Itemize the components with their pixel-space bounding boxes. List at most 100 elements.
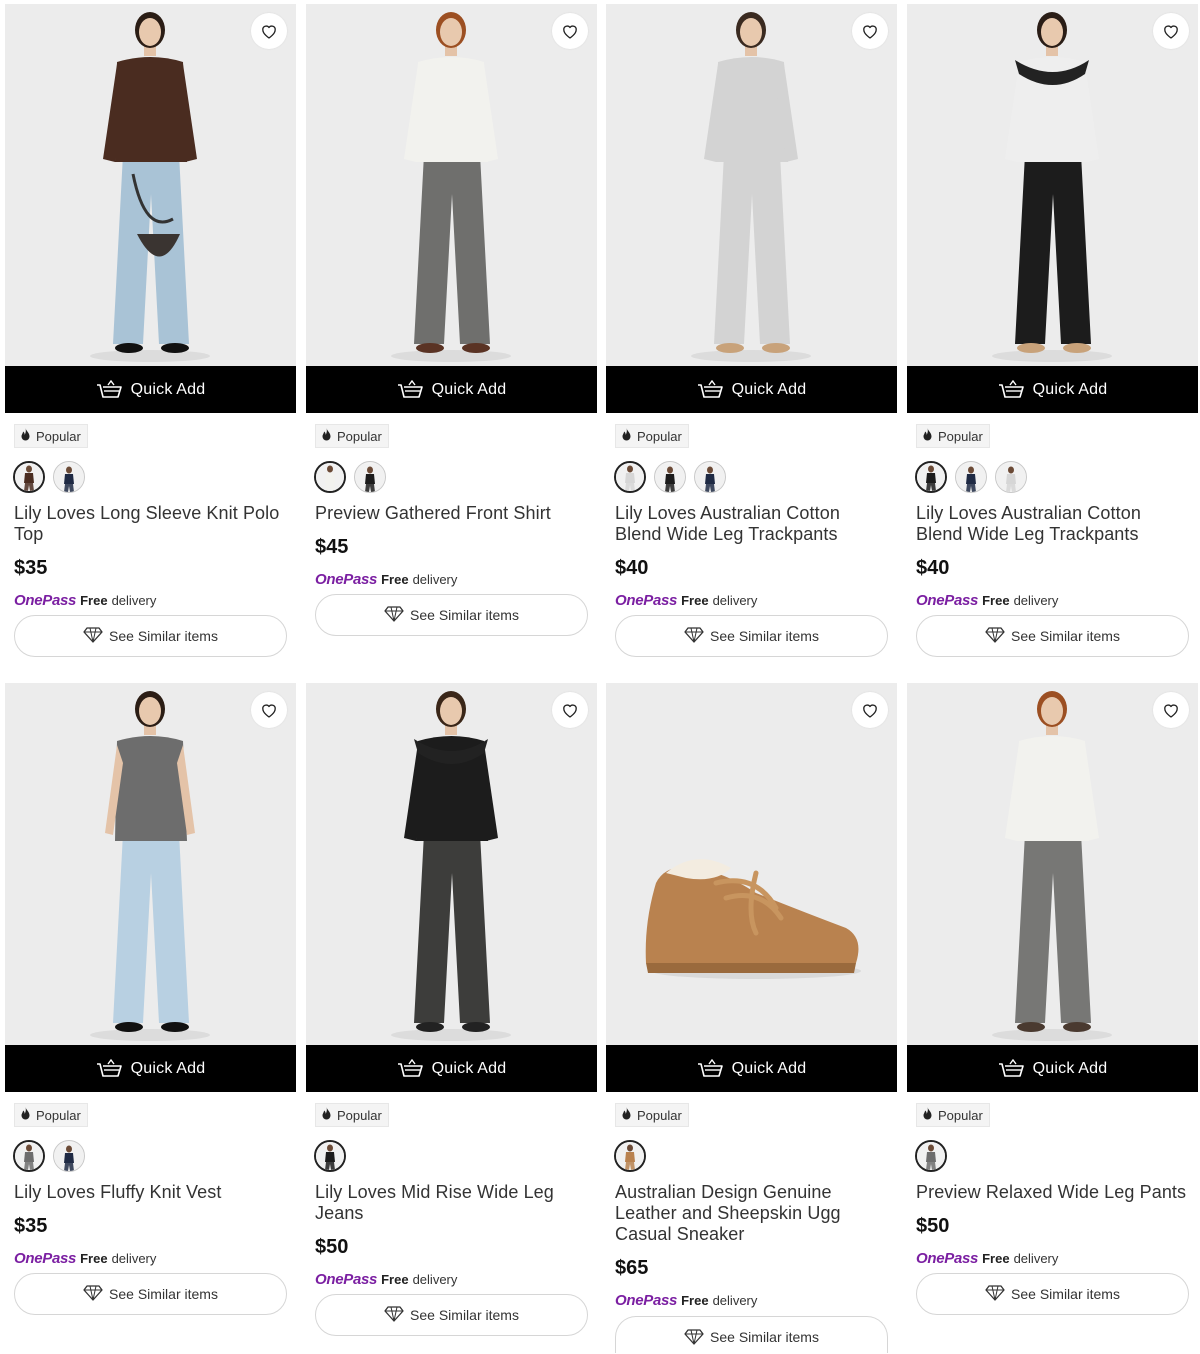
delivery-label: delivery: [712, 1293, 758, 1308]
product-grid: Quick Add Popular Lily Loves Long Sleeve…: [0, 0, 1200, 1354]
similar-items-icon: [384, 1305, 404, 1325]
color-swatches: [614, 461, 726, 493]
quick-add-label: Quick Add: [431, 1059, 507, 1077]
see-similar-button[interactable]: See Similar items: [14, 1273, 287, 1315]
see-similar-label: See Similar items: [710, 1329, 819, 1345]
color-swatch-black[interactable]: [314, 1140, 346, 1172]
wishlist-heart-icon[interactable]: [1153, 692, 1189, 728]
popular-label: Popular: [938, 1107, 983, 1123]
product-price: $35: [14, 557, 48, 579]
product-name[interactable]: Preview Relaxed Wide Leg Pants: [916, 1182, 1191, 1203]
wishlist-heart-icon[interactable]: [251, 692, 287, 728]
popular-label: Popular: [337, 428, 382, 444]
see-similar-button[interactable]: See Similar items: [14, 615, 287, 657]
flame-icon: [321, 427, 332, 445]
onepass-delivery: OnePass Free delivery: [315, 1271, 457, 1288]
quick-add-button[interactable]: Quick Add: [5, 1045, 296, 1092]
delivery-label: delivery: [111, 593, 157, 608]
product-image[interactable]: [5, 683, 296, 1045]
basket-icon: [998, 1058, 1025, 1079]
delivery-label: delivery: [1013, 593, 1059, 608]
popular-badge: Popular: [14, 424, 88, 448]
see-similar-button[interactable]: See Similar items: [315, 594, 588, 636]
color-swatch-white[interactable]: [314, 461, 346, 493]
wishlist-heart-icon[interactable]: [852, 13, 888, 49]
quick-add-label: Quick Add: [731, 380, 807, 398]
free-label: Free: [982, 593, 1010, 608]
wishlist-heart-icon[interactable]: [552, 692, 588, 728]
similar-items-icon: [83, 626, 103, 646]
onepass-delivery: OnePass Free delivery: [14, 592, 156, 609]
product-name[interactable]: Lily Loves Mid Rise Wide Leg Jeans: [315, 1182, 590, 1224]
quick-add-button[interactable]: Quick Add: [907, 1045, 1198, 1092]
color-swatches: [13, 1140, 85, 1172]
color-swatch-navy[interactable]: [53, 461, 85, 493]
popular-badge: Popular: [615, 1103, 689, 1127]
product-image[interactable]: [606, 683, 897, 1045]
color-swatches: [614, 1140, 646, 1172]
color-swatch-brown[interactable]: [13, 461, 45, 493]
see-similar-button[interactable]: See Similar items: [615, 615, 888, 657]
onepass-logo: OnePass: [916, 1250, 979, 1267]
color-swatch-grey[interactable]: [915, 1140, 947, 1172]
see-similar-button[interactable]: See Similar items: [916, 615, 1189, 657]
free-label: Free: [681, 593, 709, 608]
product-name[interactable]: Lily Loves Australian Cotton Blend Wide …: [615, 503, 890, 545]
wishlist-heart-icon[interactable]: [552, 13, 588, 49]
wishlist-heart-icon[interactable]: [852, 692, 888, 728]
delivery-label: delivery: [111, 1251, 157, 1266]
free-label: Free: [982, 1251, 1010, 1266]
product-price: $50: [315, 1236, 349, 1258]
product-name[interactable]: Lily Loves Long Sleeve Knit Polo Top: [14, 503, 289, 545]
see-similar-label: See Similar items: [410, 607, 519, 623]
onepass-logo: OnePass: [14, 592, 77, 609]
color-swatch-navy[interactable]: [694, 461, 726, 493]
color-swatch-black[interactable]: [654, 461, 686, 493]
onepass-logo: OnePass: [315, 1271, 378, 1288]
popular-badge: Popular: [916, 424, 990, 448]
color-swatches: [314, 461, 386, 493]
product-name[interactable]: Australian Design Genuine Leather and Sh…: [615, 1182, 890, 1245]
color-swatch-navy[interactable]: [955, 461, 987, 493]
product-image[interactable]: [306, 683, 597, 1045]
product-name[interactable]: Preview Gathered Front Shirt: [315, 503, 590, 524]
wishlist-heart-icon[interactable]: [1153, 13, 1189, 49]
color-swatch-light-grey[interactable]: [995, 461, 1027, 493]
color-swatch-black[interactable]: [915, 461, 947, 493]
quick-add-button[interactable]: Quick Add: [306, 366, 597, 413]
quick-add-button[interactable]: Quick Add: [606, 1045, 897, 1092]
free-label: Free: [381, 1272, 409, 1287]
color-swatch-light-grey[interactable]: [614, 461, 646, 493]
quick-add-button[interactable]: Quick Add: [907, 366, 1198, 413]
product-price: $65: [615, 1257, 649, 1279]
product-image[interactable]: [5, 4, 296, 366]
basket-icon: [397, 379, 424, 400]
see-similar-label: See Similar items: [109, 628, 218, 644]
similar-items-icon: [684, 626, 704, 646]
product-image[interactable]: [306, 4, 597, 366]
see-similar-button[interactable]: See Similar items: [916, 1273, 1189, 1315]
quick-add-button[interactable]: Quick Add: [306, 1045, 597, 1092]
flame-icon: [20, 1106, 31, 1124]
basket-icon: [697, 1058, 724, 1079]
product-image[interactable]: [606, 4, 897, 366]
quick-add-button[interactable]: Quick Add: [606, 366, 897, 413]
see-similar-button[interactable]: See Similar items: [615, 1316, 888, 1353]
quick-add-label: Quick Add: [431, 380, 507, 398]
color-swatch-grey[interactable]: [13, 1140, 45, 1172]
product-image[interactable]: [907, 4, 1198, 366]
color-swatch-navy[interactable]: [53, 1140, 85, 1172]
popular-badge: Popular: [14, 1103, 88, 1127]
color-swatch-black[interactable]: [354, 461, 386, 493]
onepass-delivery: OnePass Free delivery: [615, 1292, 757, 1309]
product-name[interactable]: Lily Loves Australian Cotton Blend Wide …: [916, 503, 1191, 545]
product-name[interactable]: Lily Loves Fluffy Knit Vest: [14, 1182, 289, 1203]
wishlist-heart-icon[interactable]: [251, 13, 287, 49]
quick-add-button[interactable]: Quick Add: [5, 366, 296, 413]
product-image[interactable]: [907, 683, 1198, 1045]
color-swatch-tan[interactable]: [614, 1140, 646, 1172]
see-similar-button[interactable]: See Similar items: [315, 1294, 588, 1336]
product-price: $40: [615, 557, 649, 579]
popular-label: Popular: [637, 1107, 682, 1123]
onepass-logo: OnePass: [315, 571, 378, 588]
